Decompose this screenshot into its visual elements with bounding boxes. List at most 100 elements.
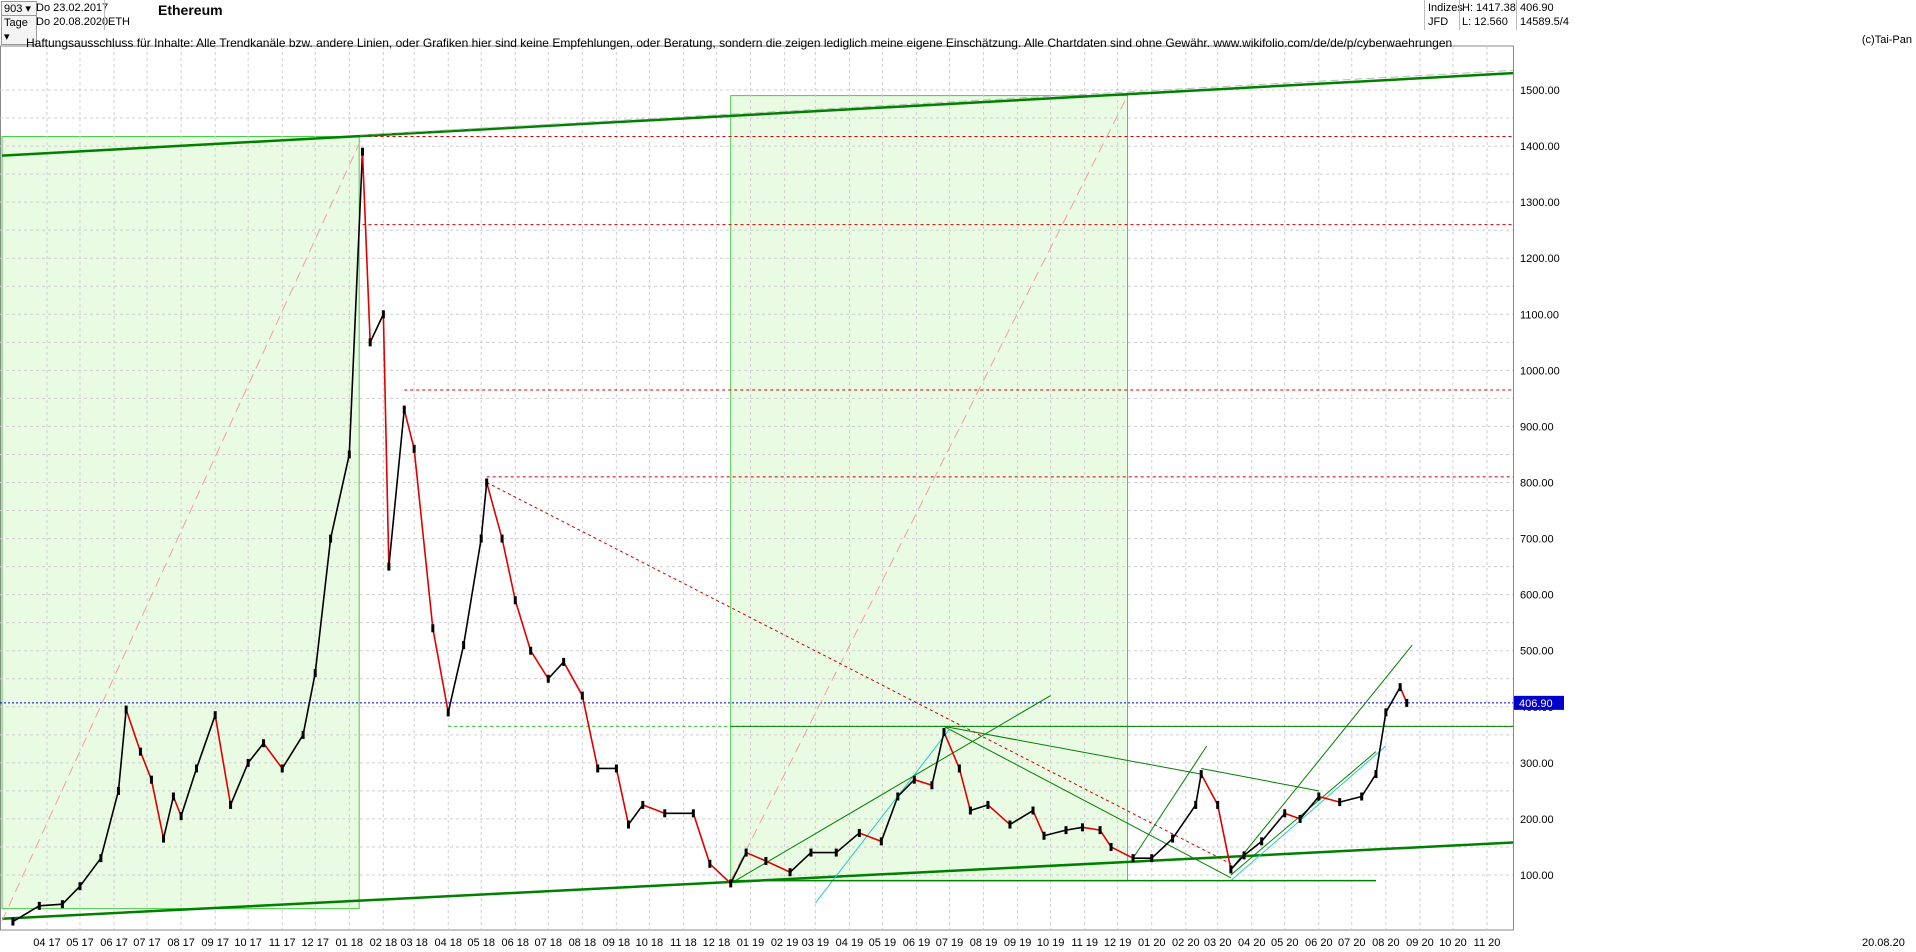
- price-candle: [313, 669, 317, 678]
- price-candle: [229, 800, 233, 809]
- price-candle: [580, 691, 584, 700]
- price-candle: [1098, 826, 1102, 835]
- price-segment: [1200, 773, 1219, 806]
- price-candle: [262, 739, 266, 748]
- x-tick-label: 11 18: [670, 937, 697, 949]
- x-tick-label: 11 17: [269, 937, 296, 949]
- price-candle: [99, 854, 103, 863]
- price-candle: [162, 834, 166, 843]
- price-candle: [412, 444, 416, 453]
- price-candle: [879, 837, 883, 846]
- x-tick-label: 04 17: [33, 937, 61, 949]
- price-candle: [246, 758, 250, 767]
- x-tick-label: 01 20: [1138, 937, 1166, 949]
- price-segment: [361, 151, 371, 343]
- price-candle: [500, 534, 504, 543]
- price-segment: [615, 768, 630, 825]
- x-tick-label: 03 20: [1204, 937, 1232, 949]
- y-tick-label: 1300.00: [1520, 197, 1560, 209]
- price-segment: [692, 813, 711, 865]
- price-candle: [179, 812, 183, 821]
- y-tick-label: 1500.00: [1520, 85, 1560, 97]
- price-segment: [501, 538, 517, 601]
- price-candle: [329, 534, 333, 543]
- y-tick-label: 300.00: [1520, 758, 1554, 770]
- x-tick-label: 01 19: [737, 937, 765, 949]
- price-candle: [1064, 826, 1068, 835]
- price-segment: [462, 538, 482, 646]
- price-candle: [124, 705, 128, 714]
- y-tick-label: 1000.00: [1520, 365, 1560, 377]
- x-tick-label: 10 17: [234, 937, 262, 949]
- price-candle: [194, 764, 198, 773]
- price-candle: [462, 641, 466, 650]
- price-segment: [709, 863, 732, 884]
- price-candle: [1199, 770, 1203, 779]
- x-tick-label: 09 17: [201, 937, 229, 949]
- x-tick-label: 06 17: [100, 937, 128, 949]
- x-tick-label: 05 18: [467, 937, 495, 949]
- price-candle: [930, 781, 934, 790]
- price-candle: [1317, 792, 1321, 801]
- x-tick-label: 08 19: [970, 937, 998, 949]
- x-tick-label: 07 20: [1338, 937, 1366, 949]
- price-candle: [213, 711, 217, 720]
- price-segment: [627, 804, 644, 826]
- price-candle: [1150, 854, 1154, 863]
- x-tick-label: 04 20: [1238, 937, 1266, 949]
- x-tick-label: 07 17: [133, 937, 161, 949]
- price-candle: [834, 848, 838, 857]
- price-candle: [37, 901, 41, 910]
- price-candle: [912, 775, 916, 784]
- price-candle: [1298, 814, 1302, 823]
- price-candle: [562, 657, 566, 666]
- price-candle: [171, 792, 175, 801]
- price-candle: [1242, 851, 1246, 860]
- y-tick-label: 500.00: [1520, 646, 1554, 658]
- price-segment: [1243, 840, 1263, 857]
- price-candle: [809, 848, 813, 857]
- y-tick-label: 1100.00: [1520, 309, 1559, 321]
- price-candle: [1008, 820, 1012, 829]
- price-candle: [1080, 823, 1084, 832]
- highlight-box-2017: [1, 136, 360, 910]
- x-tick-label: 05 20: [1271, 937, 1299, 949]
- price-candle: [1109, 842, 1113, 851]
- price-candle: [1260, 837, 1264, 846]
- price-candle: [1338, 798, 1342, 807]
- price-chart[interactable]: 100.00200.00300.00400.00500.00600.00700.…: [0, 0, 1916, 952]
- x-tick-label: 03 18: [400, 937, 428, 949]
- price-candle: [78, 882, 82, 891]
- x-tick-label: 02 19: [771, 937, 799, 949]
- x-tick-label: 08 20: [1372, 937, 1400, 949]
- price-segment: [529, 650, 549, 680]
- channel-line: [1201, 767, 1319, 792]
- x-tick-label: 10 20: [1439, 937, 1467, 949]
- price-candle: [479, 534, 483, 543]
- x-tick-label: 06 19: [903, 937, 931, 949]
- price-candle: [11, 917, 15, 926]
- price-candle: [942, 728, 946, 737]
- price-candle: [857, 828, 861, 837]
- price-candle: [596, 764, 600, 773]
- price-candle: [1405, 698, 1409, 707]
- price-candle: [663, 809, 667, 818]
- price-candle: [986, 800, 990, 809]
- price-candle: [60, 900, 64, 909]
- price-candle: [368, 338, 372, 347]
- x-tick-label: 08 18: [569, 937, 597, 949]
- y-tick-label: 100.00: [1520, 870, 1554, 882]
- price-candle: [614, 764, 618, 773]
- price-candle: [280, 764, 284, 773]
- last-date-label: 20.08.20: [1862, 937, 1905, 949]
- price-candle: [626, 820, 630, 829]
- price-segment: [1361, 773, 1377, 797]
- price-candle: [149, 775, 153, 784]
- price-candle: [1171, 834, 1175, 843]
- x-tick-label: 12 17: [301, 937, 329, 949]
- price-segment: [1375, 712, 1387, 775]
- price-candle: [1384, 708, 1388, 717]
- copyright-text: (c)Tai-Pan: [1861, 34, 1912, 46]
- x-tick-label: 12 18: [703, 937, 731, 949]
- price-candle: [1398, 683, 1402, 692]
